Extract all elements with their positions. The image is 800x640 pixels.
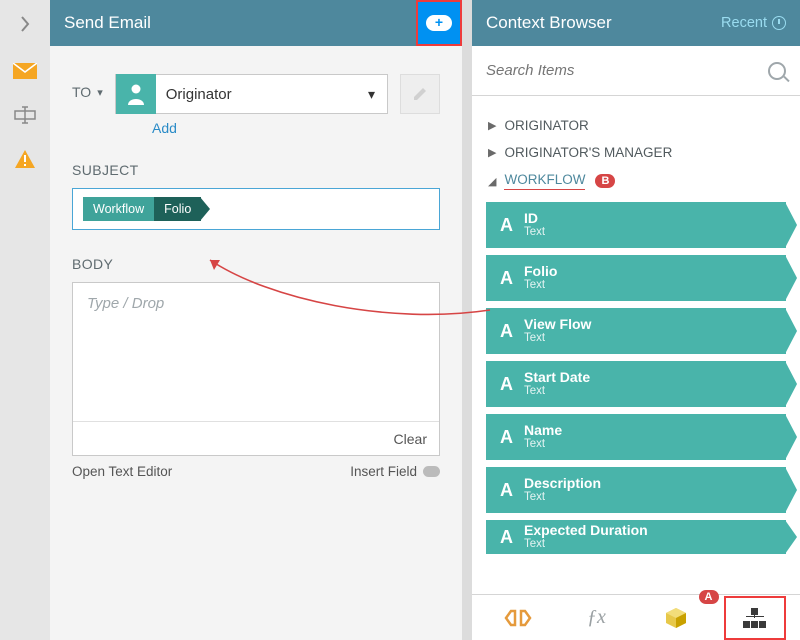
insert-field-link[interactable]: Insert Field: [350, 464, 440, 479]
context-tree: ▶ ORIGINATOR ▶ ORIGINATOR'S MANAGER ◢ WO…: [472, 96, 800, 594]
to-row: TO ▾ Originator ▾: [72, 74, 440, 114]
text-type-icon: A: [500, 527, 524, 548]
search-row: [472, 46, 800, 96]
left-header: Send Email: [50, 0, 462, 46]
chip-segment-folio: Folio: [154, 197, 201, 221]
chevron-down-icon: ▾: [97, 86, 103, 99]
left-rail: [0, 0, 50, 640]
subject-label: SUBJECT: [72, 162, 440, 178]
right-header: Context Browser Recent: [472, 0, 800, 46]
add-recipient-link[interactable]: Add: [152, 120, 440, 136]
context-item[interactable]: A View FlowText: [486, 308, 786, 354]
cursor-icon[interactable]: [8, 100, 42, 130]
body-footer-links: Open Text Editor Insert Field: [72, 464, 440, 479]
context-item[interactable]: A NameText: [486, 414, 786, 460]
tab-fields[interactable]: [487, 596, 549, 640]
edit-button[interactable]: [400, 74, 440, 114]
search-icon[interactable]: [768, 62, 786, 80]
text-type-icon: A: [500, 480, 524, 501]
context-footer-tabs: ƒx A: [472, 594, 800, 640]
warning-icon[interactable]: [8, 144, 42, 174]
cube-icon: [664, 607, 688, 629]
recipient-name: Originator: [156, 86, 356, 103]
tri-down-icon: ◢: [488, 175, 496, 188]
chip-segment-workflow: Workflow: [83, 197, 154, 221]
search-input[interactable]: [486, 62, 768, 79]
body-placeholder: Type / Drop: [73, 283, 439, 421]
recipient-select[interactable]: Originator ▾: [115, 74, 388, 114]
text-type-icon: A: [500, 215, 524, 236]
clock-icon: [772, 16, 786, 30]
collapse-button[interactable]: [7, 6, 43, 42]
context-toggle-icon: [426, 15, 452, 31]
text-type-icon: A: [500, 268, 524, 289]
person-icon: [116, 74, 156, 114]
to-label[interactable]: TO ▾: [72, 74, 103, 100]
tab-workflow[interactable]: [724, 596, 786, 640]
org-chart-icon: [743, 608, 767, 628]
insert-field-icon: [423, 466, 440, 477]
annotation-badge-a: A: [699, 590, 719, 604]
mail-icon[interactable]: [8, 56, 42, 86]
subject-input[interactable]: Workflow Folio: [72, 188, 440, 230]
context-title: Context Browser: [486, 13, 721, 33]
tri-right-icon: ▶: [488, 146, 496, 159]
tree-item-originator[interactable]: ▶ ORIGINATOR: [486, 112, 786, 139]
chevron-down-icon: ▾: [356, 86, 387, 103]
send-email-panel: Send Email TO ▾ Originator ▾: [50, 0, 462, 640]
context-item[interactable]: A FolioText: [486, 255, 786, 301]
panel-divider[interactable]: [462, 0, 472, 640]
text-type-icon: A: [500, 321, 524, 342]
tab-smartobjects[interactable]: A: [645, 596, 707, 640]
annotation-badge-b: B: [595, 174, 615, 188]
body-input[interactable]: Type / Drop Clear: [72, 282, 440, 456]
text-type-icon: A: [500, 374, 524, 395]
context-item[interactable]: A Expected DurationText: [486, 520, 786, 554]
tree-item-workflow[interactable]: ◢ WORKFLOW B: [486, 166, 786, 196]
text-type-icon: A: [500, 427, 524, 448]
tab-functions[interactable]: ƒx: [566, 596, 628, 640]
clear-button[interactable]: Clear: [73, 421, 439, 455]
context-browser-panel: Context Browser Recent ▶ ORIGINATOR ▶ OR…: [472, 0, 800, 640]
context-item[interactable]: A DescriptionText: [486, 467, 786, 513]
open-text-editor-link[interactable]: Open Text Editor: [72, 464, 172, 479]
recent-link[interactable]: Recent: [721, 15, 786, 31]
context-toggle-button[interactable]: [416, 0, 462, 46]
subject-chip[interactable]: Workflow Folio: [83, 197, 201, 221]
tree-item-manager[interactable]: ▶ ORIGINATOR'S MANAGER: [486, 139, 786, 166]
fx-icon: ƒx: [587, 606, 606, 629]
context-item[interactable]: A IDText: [486, 202, 786, 248]
panel-title: Send Email: [64, 13, 416, 33]
context-item[interactable]: A Start DateText: [486, 361, 786, 407]
body-label: BODY: [72, 256, 440, 272]
tri-right-icon: ▶: [488, 119, 496, 132]
workflow-fields-list: A IDText A FolioText A View FlowText A S…: [486, 202, 786, 554]
